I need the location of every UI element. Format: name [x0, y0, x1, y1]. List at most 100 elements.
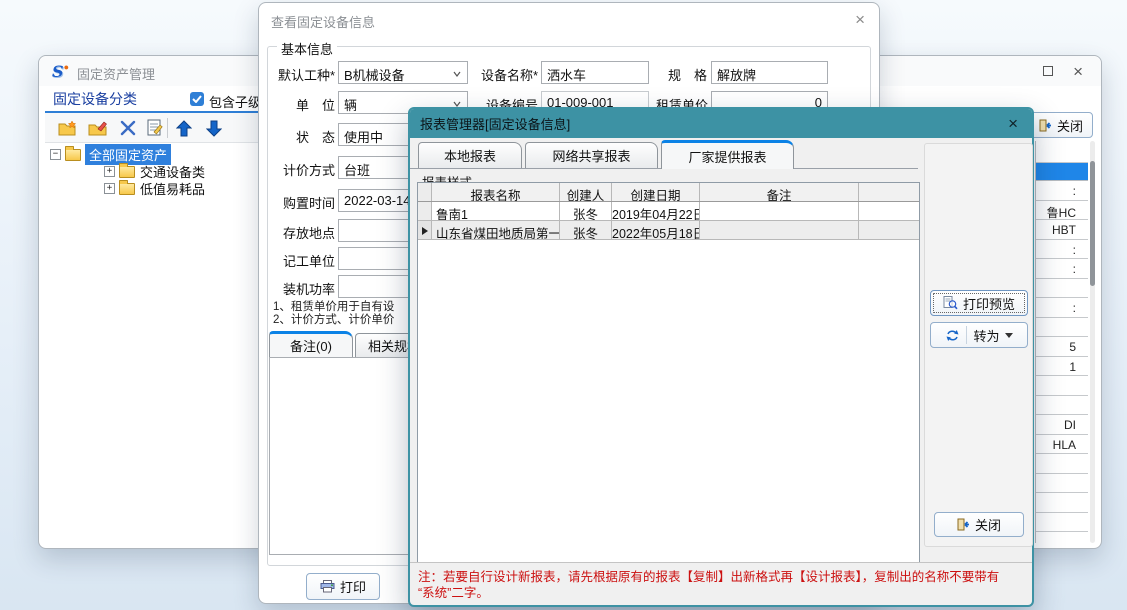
cell-note[interactable]: [700, 221, 859, 239]
footnote-area: 注：若要自行设计新报表，请先根据原有的报表【复制】出新格式再【设计报表】，复制出…: [410, 562, 1032, 604]
main-close-button-label: 关闭: [1057, 116, 1083, 135]
tree-row-item[interactable]: + 交通设备类: [45, 163, 205, 180]
grid-cell[interactable]: [1036, 454, 1088, 474]
report-manager-title: 报表管理器[固定设备信息]: [420, 114, 570, 133]
report-close-button[interactable]: 关闭: [934, 512, 1024, 537]
grid-cell[interactable]: DI: [1036, 415, 1088, 435]
tree-row-root[interactable]: − 全部固定资产: [45, 146, 171, 163]
grid-cell[interactable]: HLA: [1036, 435, 1088, 455]
grid-cell[interactable]: [1036, 396, 1088, 416]
report-manager-close-icon[interactable]: ×: [1008, 115, 1018, 132]
hint-line-2: 2、计价方式、计价单价: [273, 311, 394, 327]
cell-creator[interactable]: 张冬: [560, 221, 612, 239]
print-button-label: 打印: [340, 577, 366, 596]
grid-cell-blank: [1036, 141, 1088, 163]
scrollbar-thumb[interactable]: [1090, 161, 1095, 286]
exit-door-icon: [957, 518, 970, 531]
print-preview-icon: [943, 296, 958, 310]
edit-folder-icon[interactable]: [87, 117, 109, 139]
folder-icon: [119, 166, 135, 178]
timeunit-label: 记工单位: [273, 251, 335, 270]
table-row-selected[interactable]: 山东省煤田地质局第一 张冬 2022年05月18日: [418, 221, 919, 240]
grid-cell[interactable]: [1036, 493, 1088, 513]
cell-creator[interactable]: 张冬: [560, 202, 612, 220]
grid-selected-row[interactable]: [1036, 163, 1088, 181]
report-table-panel: 报表名称 创建人 创建日期 备注 鲁南1 张冬 2019年04月22日 山东省煤…: [417, 182, 920, 564]
grid-cell[interactable]: 鲁HC: [1036, 201, 1088, 221]
print-preview-label: 打印预览: [963, 294, 1015, 313]
grid-cell[interactable]: HBT: [1036, 220, 1088, 240]
worktype-label: 默认工种*: [273, 65, 335, 84]
row-selector[interactable]: [418, 202, 432, 220]
tab-vendor-reports[interactable]: 厂家提供报表: [661, 140, 794, 169]
col-header-date[interactable]: 创建日期: [612, 183, 700, 201]
worktype-combobox[interactable]: B机械设备: [338, 61, 468, 84]
row-selector-current[interactable]: [418, 221, 432, 239]
basic-info-legend: 基本信息: [277, 39, 337, 58]
grid-cell[interactable]: :: [1036, 240, 1088, 260]
footnote-line-1: 注：若要自行设计新报表，请先根据原有的报表【复制】出新格式再【设计报表】，复制出…: [418, 569, 1024, 585]
col-header-name[interactable]: 报表名称: [432, 183, 560, 201]
tab-remark[interactable]: 备注(0): [269, 331, 353, 357]
grid-cell[interactable]: 5: [1036, 337, 1088, 357]
grid-cell[interactable]: :: [1036, 181, 1088, 201]
expand-icon[interactable]: +: [104, 166, 115, 177]
print-preview-button[interactable]: 打印预览: [930, 290, 1028, 316]
tab-network-shared-reports[interactable]: 网络共享报表: [525, 142, 658, 168]
print-button[interactable]: 打印: [306, 573, 380, 600]
data-grid-strip: :鲁HCHBT:::51DIHLA: [1035, 141, 1088, 543]
convert-button[interactable]: 转为: [930, 322, 1028, 348]
maximize-button[interactable]: [1043, 66, 1053, 76]
cell-date[interactable]: 2019年04月22日: [612, 202, 700, 220]
cell-report-name[interactable]: 鲁南1: [432, 202, 560, 220]
grid-cell[interactable]: 1: [1036, 357, 1088, 377]
new-folder-icon[interactable]: [57, 117, 79, 139]
tab-local-reports[interactable]: 本地报表: [418, 142, 522, 168]
tree-item-label[interactable]: 低值易耗品: [140, 179, 205, 198]
row-selector-header: [418, 183, 432, 201]
current-row-arrow-icon: [422, 227, 428, 235]
grid-cell[interactable]: [1036, 318, 1088, 338]
main-close-button[interactable]: 关闭: [1029, 112, 1093, 138]
include-sublevel-label: 包含子级明细: [209, 92, 265, 111]
delete-icon[interactable]: [117, 117, 139, 139]
desktop: S● 固定资产管理 × 固定设备分类 包含子级明细: [0, 0, 1127, 610]
cell-report-name[interactable]: 山东省煤田地质局第一: [432, 221, 560, 239]
move-up-icon[interactable]: [173, 117, 195, 139]
grid-cell[interactable]: [1036, 376, 1088, 396]
grid-cell[interactable]: [1036, 513, 1088, 533]
col-header-note[interactable]: 备注: [700, 183, 859, 201]
unit-label: 单 位: [273, 95, 335, 114]
col-header-creator[interactable]: 创建人: [560, 183, 612, 201]
move-down-icon[interactable]: [203, 117, 225, 139]
device-dialog-close-icon[interactable]: ×: [855, 11, 865, 28]
grid-cell[interactable]: [1036, 474, 1088, 494]
chevron-down-icon[interactable]: [453, 70, 461, 78]
cell-note[interactable]: [700, 202, 859, 220]
device-dialog-title: 查看固定设备信息: [271, 12, 375, 31]
convert-dropdown-icon[interactable]: [1005, 333, 1013, 338]
grid-cell[interactable]: :: [1036, 259, 1088, 279]
tab-local-reports-label: 本地报表: [444, 146, 496, 165]
main-close-icon[interactable]: ×: [1073, 63, 1083, 80]
expand-icon[interactable]: +: [104, 183, 115, 194]
printer-icon: [320, 580, 335, 593]
toolbar-separator: [167, 118, 168, 138]
table-row[interactable]: 鲁南1 张冬 2019年04月22日: [418, 202, 919, 221]
tree-row-item[interactable]: + 低值易耗品: [45, 180, 205, 197]
device-name-input[interactable]: 洒水车: [541, 61, 649, 84]
spec-label: 规 格: [663, 65, 707, 84]
folder-icon: [65, 149, 81, 161]
grid-cell[interactable]: :: [1036, 298, 1088, 318]
actions-panel: 打印预览 转为 关闭: [924, 143, 1033, 547]
collapse-icon[interactable]: −: [50, 149, 61, 160]
app-icon: S●: [52, 62, 69, 82]
grid-cell[interactable]: [1036, 279, 1088, 299]
folder-icon: [119, 183, 135, 195]
edit-doc-icon[interactable]: [143, 117, 165, 139]
convert-arrows-icon: [945, 329, 960, 342]
spec-input[interactable]: 解放牌: [711, 61, 828, 84]
cell-date[interactable]: 2022年05月18日: [612, 221, 700, 239]
include-sublevel-checkbox[interactable]: [190, 92, 204, 106]
convert-label: 转为: [973, 326, 999, 345]
